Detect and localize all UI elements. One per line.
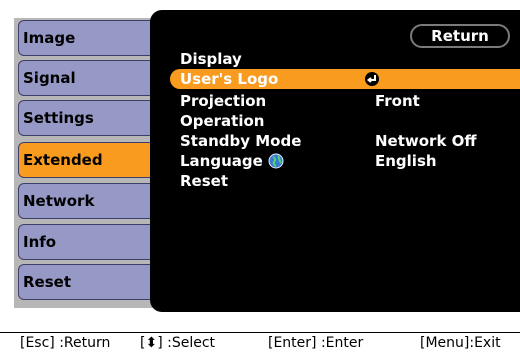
sidebar-item-label: Info [23, 232, 57, 251]
menu-item-language[interactable]: Language English [170, 151, 520, 171]
sidebar-item-label: Reset [23, 272, 71, 291]
sidebar-item-label: Network [23, 191, 95, 210]
sidebar-item-reset[interactable]: Reset [18, 264, 158, 300]
footer-esc: [Esc] :Return [20, 334, 111, 351]
menu-item-standby-mode[interactable]: Standby Mode Network Off [170, 131, 520, 151]
sidebar-item-label: Signal [23, 68, 76, 87]
menu-item-display[interactable]: Display [170, 49, 520, 69]
sidebar-item-label: Settings [23, 108, 94, 127]
footer-select: [⬍] :Select [140, 334, 216, 351]
sidebar-item-signal[interactable]: Signal [18, 60, 158, 96]
menu-item-value: Front [375, 92, 420, 110]
menu-item-users-logo[interactable]: User's Logo [170, 69, 520, 89]
footer-menu: [Menu]:Exit [420, 334, 501, 351]
menu-item-value: Network Off [375, 132, 477, 150]
sidebar-item-network[interactable]: Network [18, 183, 158, 219]
menu-item-reset[interactable]: Reset [170, 171, 520, 191]
sidebar-item-settings[interactable]: Settings [18, 100, 158, 136]
menu-item-label: Projection [180, 92, 267, 110]
menu-item-label: Operation [180, 112, 265, 130]
sidebar-item-info[interactable]: Info [18, 224, 158, 260]
menu-item-label: Display [180, 50, 242, 68]
sidebar-item-image[interactable]: Image [18, 20, 158, 56]
sidebar-item-label: Image [23, 28, 76, 47]
return-button[interactable]: Return [410, 24, 510, 48]
menu-item-projection[interactable]: Projection Front [170, 91, 520, 111]
menu-item-label: Standby Mode [180, 132, 302, 150]
menu-item-label: User's Logo [180, 70, 279, 88]
globe-icon [268, 153, 284, 169]
sidebar-item-extended[interactable]: Extended [18, 142, 158, 178]
enter-icon [365, 72, 379, 86]
footer-enter: [Enter] :Enter [268, 334, 364, 351]
menu-item-label: Language [180, 152, 263, 170]
menu-item-value: English [375, 152, 437, 170]
sidebar-item-label: Extended [23, 150, 103, 169]
menu-item-operation[interactable]: Operation [170, 111, 520, 131]
menu-item-label: Reset [180, 172, 228, 190]
footer-help: [Esc] :Return [⬍] :Select [Enter] :Enter… [0, 332, 520, 352]
